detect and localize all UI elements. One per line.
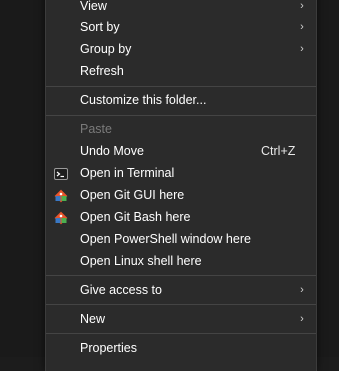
menu-separator [46,86,316,87]
menu-item-label: Properties [80,341,137,355]
menu-item-refresh[interactable]: Refresh [46,60,316,82]
git-gui-icon [54,188,68,203]
menu-item-paste: Paste [46,118,316,140]
menu-item-label: Open PowerShell window here [80,232,251,246]
chevron-right-icon: › [300,313,304,325]
menu-item-label: Open in Terminal [80,166,175,180]
menu-item-customize-folder[interactable]: Customize this folder... [46,89,316,111]
chevron-right-icon: › [300,284,304,296]
menu-item-open-linux-shell[interactable]: Open Linux shell here [46,250,316,272]
chevron-right-icon: › [300,43,304,55]
git-bash-icon [54,210,68,225]
menu-item-undo-move[interactable]: Undo Move Ctrl+Z [46,140,316,162]
menu-item-open-git-gui[interactable]: Open Git GUI here [46,184,316,206]
menu-item-new[interactable]: New › [46,308,316,330]
menu-item-label: Group by [80,42,132,56]
chevron-right-icon: › [300,0,304,12]
menu-item-open-in-terminal[interactable]: Open in Terminal [46,162,316,184]
menu-item-label: Undo Move [80,144,144,158]
keyboard-shortcut: Ctrl+Z [261,144,296,158]
menu-item-label: Open Git GUI here [80,188,185,202]
menu-item-label: Refresh [80,64,124,78]
menu-item-view[interactable]: View › [46,0,316,17]
menu-item-label: Open Git Bash here [80,210,191,224]
chevron-right-icon: › [300,21,304,33]
menu-item-properties[interactable]: Properties [46,337,316,359]
terminal-icon [54,166,68,180]
menu-item-label: View [80,0,107,13]
context-menu: View › Sort by › Group by › Refresh Cust… [45,0,317,371]
menu-item-label: Give access to [80,283,162,297]
menu-item-label: Open Linux shell here [80,254,202,268]
menu-separator [46,115,316,116]
menu-item-open-git-bash[interactable]: Open Git Bash here [46,206,316,228]
menu-separator [46,275,316,276]
menu-separator [46,333,316,334]
menu-item-sort-by[interactable]: Sort by › [46,16,316,38]
menu-item-label: Customize this folder... [80,93,207,107]
menu-item-label: Sort by [80,20,120,34]
menu-item-give-access[interactable]: Give access to › [46,279,316,301]
menu-item-group-by[interactable]: Group by › [46,38,316,60]
menu-item-label: Paste [80,122,112,136]
menu-separator [46,304,316,305]
menu-item-open-powershell[interactable]: Open PowerShell window here [46,228,316,250]
menu-item-label: New [80,312,106,326]
